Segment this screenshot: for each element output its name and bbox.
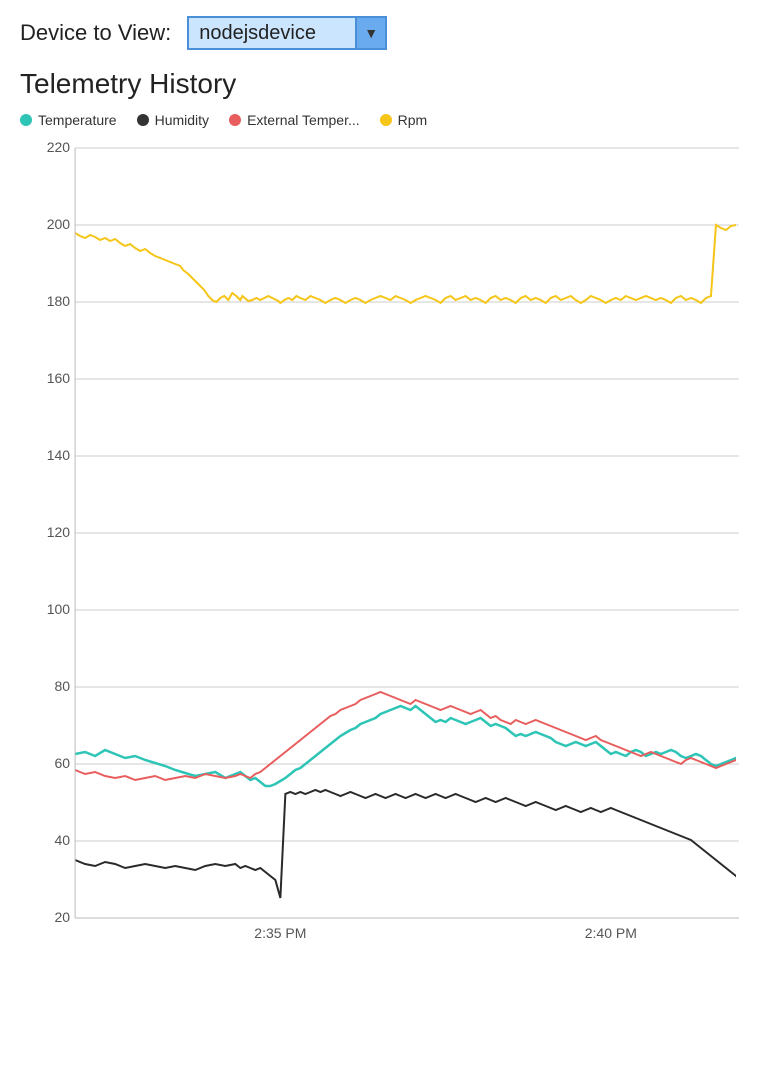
legend-label-temperature: Temperature	[38, 112, 117, 128]
page-container: Device to View: nodejsdevice ▼ Telemetry…	[0, 0, 761, 1078]
rpm-line	[75, 225, 739, 303]
legend-dot-temperature	[20, 114, 32, 126]
legend-item-humidity: Humidity	[137, 112, 209, 128]
y-label-140: 140	[47, 447, 71, 463]
humidity-line	[75, 790, 739, 898]
device-selector-row: Device to View: nodejsdevice ▼	[20, 16, 741, 50]
y-label-200: 200	[47, 216, 71, 232]
y-label-180: 180	[47, 293, 71, 309]
temperature-line	[75, 706, 739, 786]
y-label-80: 80	[54, 678, 70, 694]
y-label-220: 220	[47, 139, 71, 155]
legend-dot-humidity	[137, 114, 149, 126]
device-select[interactable]: nodejsdevice	[187, 16, 387, 50]
x-label-235: 2:35 PM	[254, 925, 306, 941]
legend-label-humidity: Humidity	[155, 112, 209, 128]
chart-area: 220 200 180 160 140 120 100 80 6	[20, 138, 741, 958]
chart-svg: 220 200 180 160 140 120 100 80 6	[20, 138, 741, 958]
legend-dot-rpm	[380, 114, 392, 126]
chart-title: Telemetry History	[20, 68, 741, 100]
legend-label-rpm: Rpm	[398, 112, 428, 128]
x-label-240: 2:40 PM	[585, 925, 637, 941]
legend-label-external-temp: External Temper...	[247, 112, 360, 128]
external-temp-line	[75, 692, 739, 780]
y-label-20: 20	[54, 909, 70, 925]
legend-item-rpm: Rpm	[380, 112, 428, 128]
y-label-160: 160	[47, 370, 71, 386]
y-label-100: 100	[47, 601, 71, 617]
device-select-wrapper[interactable]: nodejsdevice ▼	[187, 16, 387, 50]
device-label: Device to View:	[20, 20, 171, 46]
y-label-120: 120	[47, 524, 71, 540]
chart-legend: Temperature Humidity External Temper... …	[20, 112, 741, 128]
legend-item-temperature: Temperature	[20, 112, 117, 128]
legend-item-external-temp: External Temper...	[229, 112, 360, 128]
legend-dot-external-temp	[229, 114, 241, 126]
y-label-60: 60	[54, 755, 70, 771]
y-label-40: 40	[54, 832, 70, 848]
